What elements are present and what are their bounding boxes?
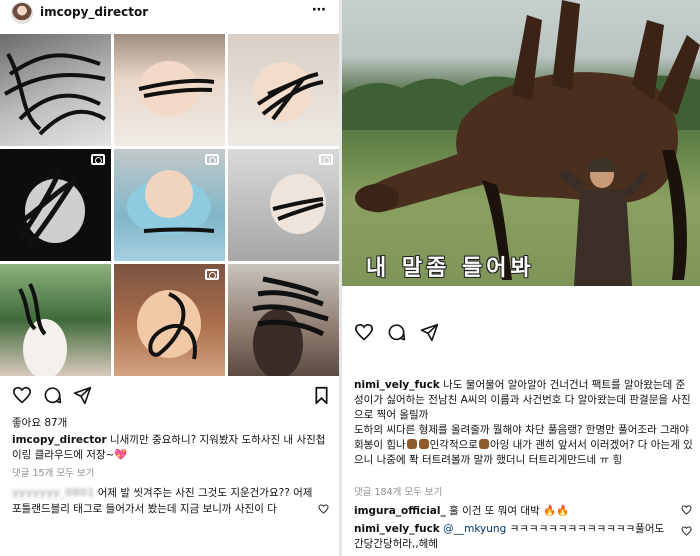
comment-username[interactable]: nimi_vely_fuck [354, 523, 440, 535]
comment: imgura_official_ 훌 이건 또 뭐여 대박 🔥🔥 [354, 503, 684, 518]
comment-text: 훌 이건 또 뭐여 대박 [449, 505, 540, 517]
post-caption: nimi_vely_fuck 나도 물어물어 알아알아 건너건너 팩트를 알아왔… [354, 378, 694, 468]
fist-emoji [478, 439, 489, 449]
scribble-mark [137, 290, 201, 360]
like-count[interactable]: 좋아요 87개 [12, 415, 67, 430]
scribble-mark [18, 283, 67, 376]
share-icon[interactable] [73, 386, 92, 405]
camera-icon [205, 269, 219, 280]
scribble-mark [270, 174, 326, 234]
comment-icon[interactable] [387, 323, 406, 342]
left-post: imcopy_director ⋯ 좋아요 87개 imcopy_directo… [0, 0, 339, 556]
horse-photo [342, 0, 700, 286]
camera-icon [319, 154, 333, 165]
heart-icon[interactable] [354, 323, 374, 341]
comment: nimi_vely_fuck @__mkyung ㅋㅋㅋㅋㅋㅋㅋㅋㅋㅋㅋㅋㅋ풀어… [354, 522, 672, 552]
post-actions [354, 323, 694, 343]
grid-thumbnail[interactable] [228, 149, 339, 261]
avatar[interactable] [11, 2, 33, 24]
post-actions [12, 386, 332, 406]
comment-like-icon[interactable] [681, 505, 692, 515]
scribble-mark [127, 170, 215, 235]
grid-thumbnail[interactable] [114, 149, 225, 261]
grid-thumbnail[interactable] [0, 149, 111, 261]
fist-emoji [418, 439, 429, 449]
caption-text-2b: 인각적으로 [429, 439, 478, 451]
comment-username[interactable]: imgura_official_ [354, 505, 446, 517]
photo-grid [0, 34, 339, 376]
caption-username[interactable]: imcopy_director [12, 434, 107, 446]
caption-username[interactable]: nimi_vely_fuck [354, 379, 440, 391]
scribble-mark [252, 276, 329, 376]
comment-username[interactable]: yyyyyyy_0801 [12, 485, 94, 501]
view-all-comments[interactable]: 댓글 184개 모두 보기 [354, 484, 442, 498]
more-options-icon[interactable]: ⋯ [312, 2, 327, 18]
image-overlay-text: 내 말좀 들어봐 [366, 256, 535, 281]
grid-thumbnail[interactable] [0, 264, 111, 376]
post-caption: imcopy_director 니새끼만 중요하니? 지워봤자 도하사진 내 사… [12, 433, 330, 463]
scribble-mark [17, 168, 85, 246]
right-post: 내 말좀 들어봐 nimi_vely_fuck 나도 물어물어 알아알아 건너건… [342, 0, 700, 556]
comment: yyyyyyy_0801 어제 발 씻겨주는 사진 그것도 지운건가요?? 어제… [12, 485, 322, 517]
grid-thumbnail[interactable] [0, 34, 111, 146]
camera-icon [205, 154, 219, 165]
share-icon[interactable] [420, 323, 439, 342]
scribble-mark [3, 53, 107, 136]
scribble-mark [138, 61, 215, 117]
fist-emoji [406, 439, 417, 449]
view-all-comments[interactable]: 댓글 15개 모두 보기 [12, 465, 94, 479]
username[interactable]: imcopy_director [40, 5, 148, 19]
grid-thumbnail[interactable] [114, 264, 225, 376]
post-image[interactable]: 내 말좀 들어봐 [342, 0, 700, 286]
grid-thumbnail[interactable] [114, 34, 225, 146]
comment-icon[interactable] [43, 386, 62, 405]
fire-emoji: 🔥🔥 [543, 505, 570, 517]
camera-icon [91, 154, 105, 165]
comment-like-icon[interactable] [318, 504, 329, 514]
post-header: imcopy_director ⋯ [0, 0, 339, 30]
grid-thumbnail[interactable] [228, 34, 339, 146]
heart-emoji: 💖 [114, 449, 128, 461]
grid-thumbnail[interactable] [228, 264, 339, 376]
heart-icon[interactable] [12, 386, 32, 404]
comment-like-icon[interactable] [681, 526, 692, 536]
mention-link[interactable]: @__mkyung [443, 523, 506, 535]
scribble-mark [253, 62, 324, 122]
bookmark-icon[interactable] [314, 386, 329, 405]
